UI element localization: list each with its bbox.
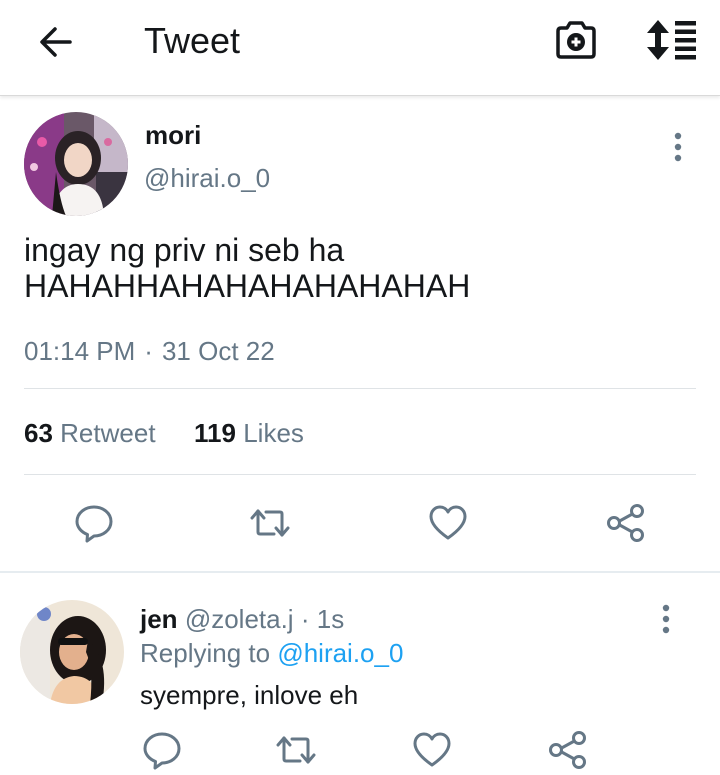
- tweet-stats: 63 Retweet 119 Likes: [24, 418, 304, 449]
- retweet-label[interactable]: Retweet: [60, 418, 155, 448]
- tweet-timestamp: 01:14 PM · 31 Oct 22: [24, 336, 275, 367]
- replying-to-prefix: Replying to: [140, 638, 271, 668]
- thread-separator: [0, 571, 720, 573]
- tweet-text: ingay ng priv ni seb ha HAHAHHAHAHAHAHAH…: [24, 232, 704, 304]
- more-options-icon[interactable]: [672, 132, 684, 162]
- replying-to: Replying to @hirai.o_0: [140, 638, 403, 669]
- tweet-text-line: ingay ng priv ni seb ha: [24, 232, 345, 268]
- like-icon[interactable]: [412, 730, 452, 770]
- share-icon[interactable]: [548, 730, 588, 770]
- reply-age: 1s: [316, 604, 345, 634]
- sort-icon[interactable]: [647, 20, 697, 60]
- reply-more-options-icon[interactable]: [660, 604, 672, 634]
- reply-header: jen @zoleta.j · 1s: [140, 604, 344, 635]
- retweet-icon[interactable]: [276, 730, 316, 770]
- divider: [24, 474, 696, 475]
- back-arrow-icon[interactable]: [36, 22, 76, 62]
- tweet-date: 31 Oct 22: [161, 336, 275, 366]
- reply-text: syempre, inlove eh: [140, 680, 359, 710]
- top-bar: Tweet: [0, 0, 720, 96]
- like-label[interactable]: Likes: [243, 418, 304, 448]
- page-title: Tweet: [144, 20, 241, 61]
- reply-author-name[interactable]: jen: [140, 604, 178, 634]
- reply-author-handle[interactable]: @zoleta.j: [185, 604, 294, 634]
- retweet-count[interactable]: 63: [24, 418, 53, 448]
- replying-to-link[interactable]: @hirai.o_0: [277, 638, 403, 668]
- like-count[interactable]: 119: [194, 418, 236, 448]
- reply-icon[interactable]: [74, 503, 114, 543]
- separator-dot: ·: [144, 336, 153, 366]
- camera-plus-icon[interactable]: [554, 18, 598, 62]
- tweet-text-line: HAHAHHAHAHAHAHAHAHAH: [24, 268, 471, 304]
- author-handle[interactable]: @hirai.o_0: [144, 163, 270, 194]
- like-icon[interactable]: [428, 503, 468, 543]
- reply-author-avatar[interactable]: [20, 600, 124, 704]
- separator-dot: ·: [300, 604, 310, 634]
- author-avatar[interactable]: [24, 112, 128, 216]
- reply-icon[interactable]: [142, 730, 182, 770]
- author-name[interactable]: mori: [145, 120, 201, 151]
- tweet-time: 01:14 PM: [24, 336, 136, 366]
- retweet-icon[interactable]: [250, 503, 290, 543]
- divider: [24, 388, 696, 389]
- share-icon[interactable]: [606, 503, 646, 543]
